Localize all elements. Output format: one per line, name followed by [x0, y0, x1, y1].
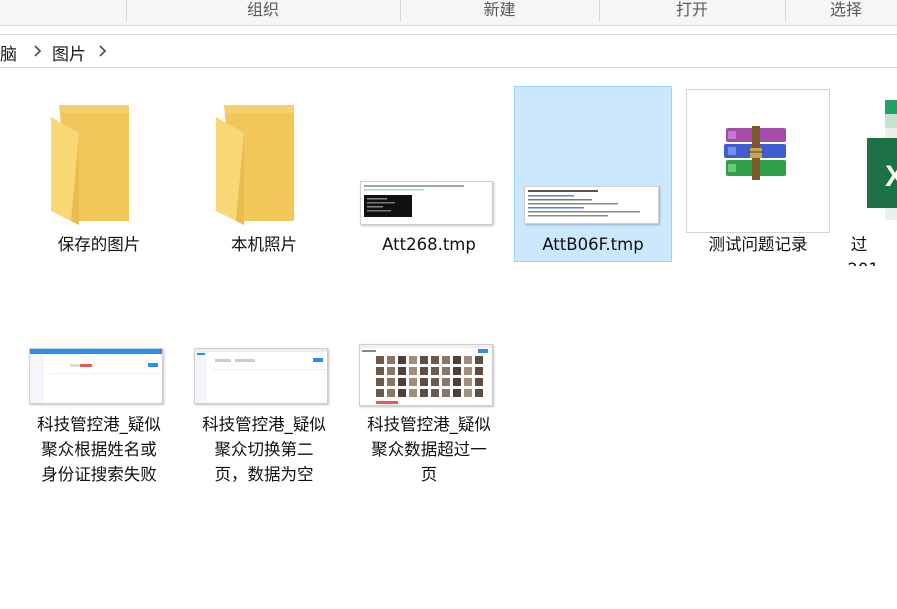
file-item-folder-camera-roll[interactable]: 本机照片 — [186, 86, 342, 266]
ribbon-group-new[interactable]: 新建 — [401, 0, 598, 24]
file-name-line1: 科技管控港_疑似 — [37, 415, 161, 434]
file-name-line3: 身份证搜索失败 — [41, 465, 157, 484]
file-name-line1: 过 — [850, 235, 868, 254]
file-name-line3: 页，数据为空 — [214, 465, 314, 484]
file-name: 本机照片 — [231, 235, 297, 254]
screenshot-thumbnail-icon — [194, 348, 328, 404]
file-item-att268-tmp[interactable]: Att268.tmp — [351, 86, 507, 266]
ribbon-group-open[interactable]: 打开 — [600, 0, 784, 24]
screenshot-thumbnail-icon — [360, 181, 493, 225]
file-name-line2: 聚众切换第二 — [214, 440, 314, 459]
file-item-screenshot-search-failed[interactable]: 科技管控港_疑似 聚众根据姓名或 身份证搜索失败 — [21, 332, 177, 492]
chevron-right-icon[interactable] — [30, 42, 46, 60]
folder-icon — [216, 105, 294, 225]
file-item-screenshot-page-two-empty[interactable]: 科技管控港_疑似 聚众切换第二 页，数据为空 — [186, 332, 342, 492]
file-item-attb06f-tmp[interactable]: AttB06F.tmp — [515, 86, 671, 266]
file-name-line1: 科技管控港_疑似 — [202, 415, 326, 434]
file-name-line3: 页 — [420, 465, 438, 484]
screenshot-thumbnail-icon — [524, 186, 659, 224]
screenshot-thumbnail-icon — [359, 344, 493, 406]
file-name: 保存的图片 — [57, 235, 141, 254]
ribbon: 组织 新建 打开 选择 — [0, 0, 897, 26]
file-item-folder-saved-pictures[interactable]: 保存的图片 — [21, 86, 177, 266]
file-name-line2: _201 — [845, 257, 897, 266]
winrar-archive-icon — [724, 126, 786, 180]
ribbon-group-select[interactable]: 选择 — [786, 0, 897, 24]
file-name-line2: 聚众数据超过一 — [371, 440, 487, 459]
screenshot-thumbnail-icon — [29, 348, 163, 404]
file-name-line1: 科技管控港_疑似 — [367, 415, 491, 434]
file-item-screenshot-data-over-one-page[interactable]: 科技管控港_疑似 聚众数据超过一 页 — [351, 332, 507, 492]
excel-file-icon: X — [867, 100, 897, 220]
breadcrumb-this-pc[interactable]: 电脑 — [0, 40, 17, 65]
file-item-test-issue-log-rar[interactable]: 测试问题记录 — [680, 86, 836, 266]
file-list: 保存的图片 本机照片 Att268.tmp AttB06F.tmp 测试问题记录… — [0, 70, 897, 609]
folder-icon — [51, 105, 129, 225]
file-name: Att268.tmp — [382, 235, 476, 254]
address-bar[interactable]: 电脑 图片 — [0, 34, 897, 68]
ribbon-group-organize[interactable]: 组织 — [127, 0, 399, 24]
file-name: 测试问题记录 — [708, 235, 808, 254]
file-name-line2: 聚众根据姓名或 — [41, 440, 157, 459]
file-name: AttB06F.tmp — [542, 235, 644, 254]
breadcrumb-pictures[interactable]: 图片 — [52, 40, 86, 65]
file-item-excel-partial[interactable]: X 过 _201 — [845, 86, 897, 266]
chevron-right-icon[interactable] — [95, 42, 111, 60]
svg-text:X: X — [885, 160, 897, 193]
